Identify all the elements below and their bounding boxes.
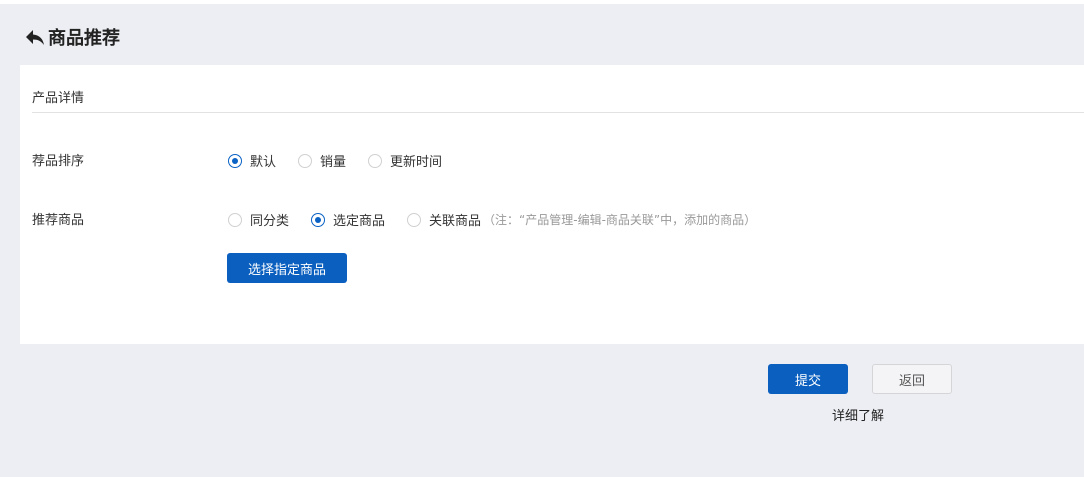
sort-option-default[interactable]: 默认 bbox=[228, 151, 276, 170]
related-note: （注：“产品管理-编辑-商品关联”中，添加的商品） bbox=[483, 213, 757, 227]
sort-option-label: 销量 bbox=[320, 155, 347, 170]
recommend-label: 推荐商品 bbox=[32, 213, 85, 228]
radio-unchecked-icon[interactable] bbox=[228, 212, 242, 227]
sort-label: 荐品排序 bbox=[32, 154, 85, 169]
sort-option-label: 更新时间 bbox=[390, 155, 443, 170]
submit-button[interactable]: 提交 bbox=[768, 364, 848, 394]
radio-unchecked-icon[interactable] bbox=[407, 212, 422, 227]
section-title: 产品详情 bbox=[32, 91, 85, 106]
recommend-option-label: 同分类 bbox=[250, 214, 290, 229]
recommend-option-same-category[interactable]: 同分类 bbox=[228, 210, 289, 229]
back-button[interactable]: 返回 bbox=[872, 364, 952, 394]
radio-checked-icon[interactable] bbox=[228, 153, 242, 168]
radio-unchecked-icon[interactable] bbox=[298, 153, 313, 168]
back-arrow-icon[interactable] bbox=[24, 27, 46, 47]
learn-more-link[interactable]: 详细了解 bbox=[832, 405, 884, 424]
sort-radio-group: 默认 销量 更新时间 bbox=[228, 151, 464, 170]
top-bar bbox=[0, 0, 1084, 4]
sort-option-sales[interactable]: 销量 bbox=[298, 151, 346, 170]
page-title: 商品推荐 bbox=[48, 28, 120, 49]
recommend-option-label: 关联商品 bbox=[429, 214, 482, 229]
recommend-option-related[interactable]: 关联商品 bbox=[407, 210, 481, 229]
sort-option-label: 默认 bbox=[250, 155, 277, 170]
recommend-option-selected[interactable]: 选定商品 bbox=[311, 210, 385, 229]
recommend-option-label: 选定商品 bbox=[333, 214, 386, 229]
radio-checked-icon[interactable] bbox=[311, 212, 326, 227]
product-detail-panel: 产品详情 荐品排序 默认 销量 更新时间 推荐商品 同分类 选定商品 关联商品 bbox=[20, 65, 1084, 344]
select-products-button[interactable]: 选择指定商品 bbox=[227, 253, 347, 283]
sort-option-updated[interactable]: 更新时间 bbox=[368, 151, 442, 170]
recommend-radio-group: 同分类 选定商品 关联商品 （注：“产品管理-编辑-商品关联”中，添加的商品） bbox=[228, 210, 756, 229]
radio-unchecked-icon[interactable] bbox=[368, 153, 383, 168]
divider bbox=[32, 112, 1084, 113]
page-header[interactable]: 商品推荐 bbox=[24, 24, 120, 50]
